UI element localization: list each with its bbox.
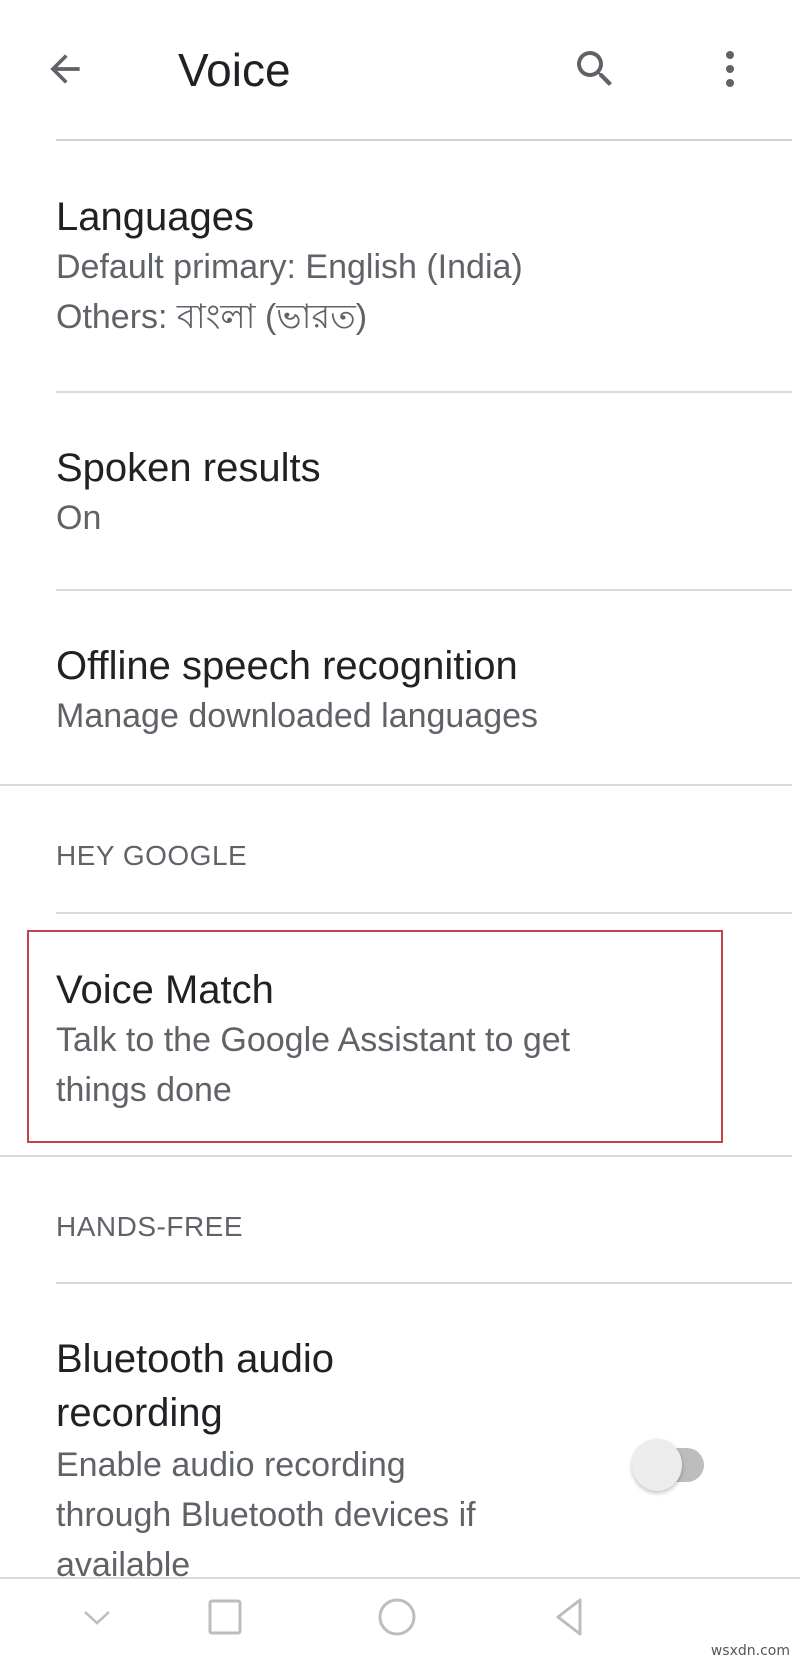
- home-circle-icon: [375, 1595, 419, 1644]
- nav-recents-button[interactable]: [190, 1589, 260, 1649]
- settings-list[interactable]: Languages Default primary: English (Indi…: [0, 141, 800, 1577]
- pref-title: Languages: [56, 195, 254, 239]
- recents-square-icon: [205, 1597, 245, 1642]
- page-title: Voice: [178, 44, 291, 96]
- category-hey-google: HEY GOOGLE: [56, 840, 248, 871]
- pref-title: recording: [56, 1391, 223, 1435]
- divider: [56, 1282, 792, 1284]
- bluetooth-audio-toggle[interactable]: [632, 1437, 712, 1493]
- pref-summary: Default primary: English (India): [56, 248, 523, 286]
- pref-summary: Others: বাংলা (ভারত): [56, 298, 368, 336]
- pref-offline-speech-recognition[interactable]: Offline speech recognition Manage downlo…: [56, 641, 760, 741]
- pref-languages[interactable]: Languages Default primary: English (Indi…: [56, 192, 760, 342]
- section-divider: [0, 784, 792, 786]
- search-button[interactable]: [560, 36, 630, 106]
- nav-home-button[interactable]: [362, 1589, 432, 1649]
- pref-summary: Enable audio recording: [56, 1446, 406, 1484]
- pref-summary: Manage downloaded languages: [56, 697, 539, 735]
- toggle-thumb: [632, 1439, 682, 1491]
- pref-bluetooth-audio-recording[interactable]: Bluetooth audio recording Enable audio r…: [56, 1334, 600, 1577]
- section-divider: [0, 1155, 792, 1157]
- nav-back-button[interactable]: [535, 1589, 605, 1649]
- watermark: wsxdn.com: [710, 1643, 790, 1659]
- pref-summary: On: [56, 499, 102, 537]
- search-icon: [571, 45, 619, 98]
- back-triangle-icon: [548, 1595, 592, 1644]
- more-vert-icon: [706, 45, 754, 98]
- divider: [56, 391, 792, 393]
- chevron-down-icon: [79, 1599, 115, 1640]
- pref-title: Voice Match: [56, 968, 274, 1012]
- back-button[interactable]: [30, 36, 100, 106]
- pref-title: Spoken results: [56, 446, 321, 490]
- more-options-button[interactable]: [695, 36, 765, 106]
- pref-summary: available: [56, 1546, 191, 1577]
- category-hands-free: HANDS-FREE: [56, 1211, 244, 1242]
- pref-title: Offline speech recognition: [56, 644, 518, 688]
- pref-spoken-results[interactable]: Spoken results On: [56, 443, 760, 543]
- app-bar: Voice: [0, 0, 800, 141]
- divider: [56, 912, 792, 914]
- arrow-back-icon: [43, 47, 87, 96]
- pref-summary: things done: [56, 1071, 232, 1109]
- pref-title: Bluetooth audio: [56, 1337, 335, 1381]
- pref-voice-match[interactable]: Voice Match Talk to the Google Assistant…: [56, 965, 760, 1115]
- divider: [56, 589, 792, 591]
- system-nav-bar: wsxdn.com: [0, 1577, 800, 1665]
- pref-summary: Talk to the Google Assistant to get: [56, 1021, 571, 1059]
- pref-summary: through Bluetooth devices if: [56, 1496, 476, 1534]
- nav-hide-button[interactable]: [62, 1589, 132, 1649]
